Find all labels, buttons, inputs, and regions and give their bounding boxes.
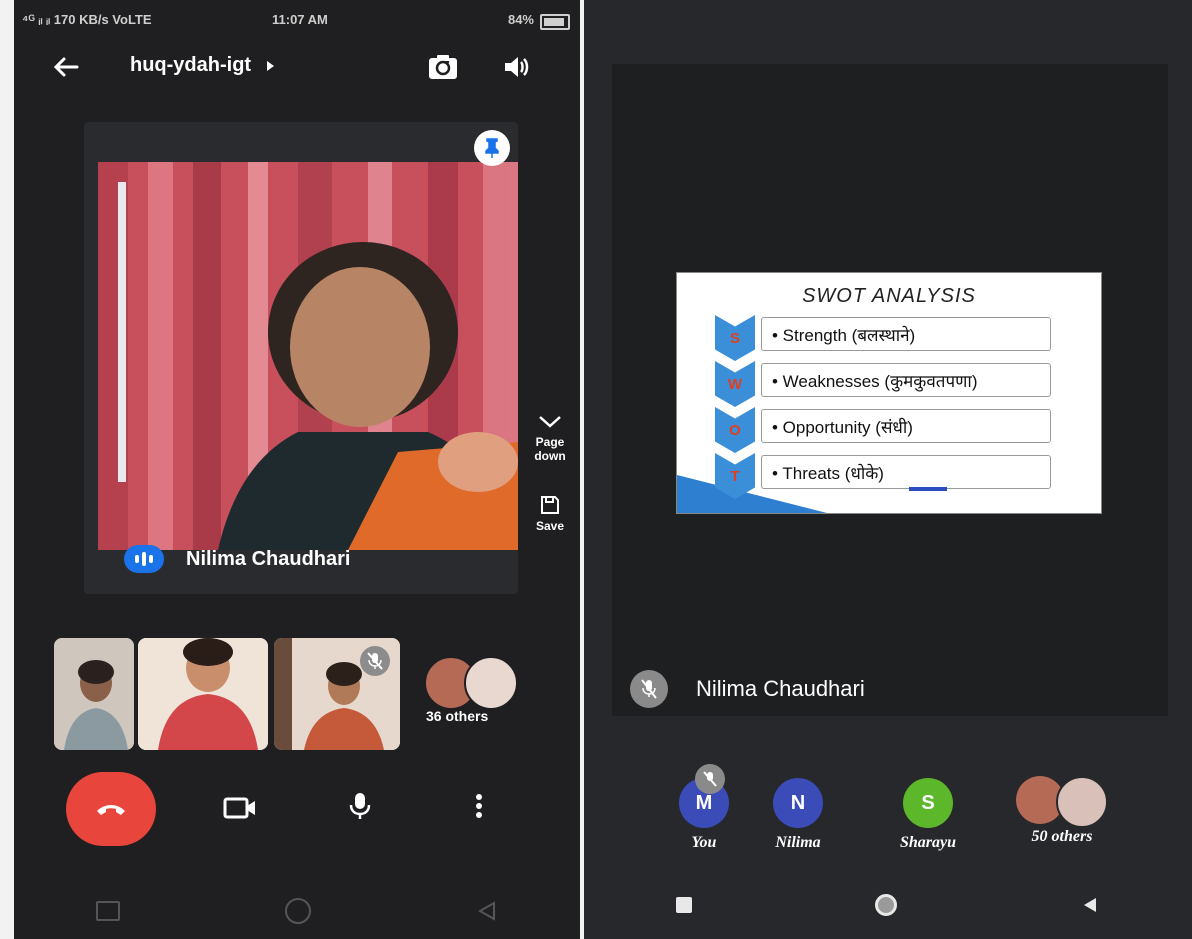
chevron-down-icon (539, 416, 561, 428)
hang-up-icon (97, 805, 125, 815)
network-status: ⁴ᴳ ᵢₗ ᵢₗ 170 KB/s VoLTE (22, 12, 152, 27)
page-down-label: Page down (534, 435, 566, 463)
save-button[interactable]: Save (522, 494, 578, 533)
android-nav-bar (584, 880, 1192, 930)
presentation-slide: SWOT ANALYSIS S W O T • Strength (बलस्था… (676, 272, 1102, 514)
mic-off-icon (630, 670, 668, 708)
participant-video (138, 638, 268, 750)
save-label: Save (535, 519, 565, 533)
swot-item: • Strength (बलस्थाने) (761, 317, 1051, 351)
meeting-top-bar: huq-ydah-igt (14, 50, 580, 90)
save-icon (541, 496, 559, 514)
swot-item: • Weaknesses (कुमकुवतपणा) (761, 363, 1051, 397)
avatar-initial: S (921, 791, 935, 814)
participant-avatar (464, 656, 518, 710)
others-count: 36 others (426, 708, 489, 724)
participant-sharayu[interactable]: S Sharayu (888, 778, 968, 852)
speaker-video (98, 162, 518, 550)
microphone-button[interactable] (340, 786, 380, 826)
more-vert-icon (476, 794, 482, 818)
presenter-name-bar: Nilima Chaudhari (630, 670, 865, 708)
back-nav-icon[interactable] (1080, 895, 1100, 915)
end-call-button[interactable] (66, 772, 156, 846)
presenter-name: Nilima Chaudhari (696, 676, 865, 701)
battery-percent: 84% (507, 12, 534, 27)
clock: 11:07 AM (272, 12, 328, 27)
avatar-initial: M (695, 791, 713, 814)
speaker-icon[interactable] (498, 50, 534, 84)
others-group[interactable]: 36 others (424, 656, 524, 736)
others-count: 50 others (1031, 828, 1093, 845)
swot-item: • Threats (धोके) (761, 455, 1051, 489)
avatar-initial: N (790, 791, 806, 814)
speaker-name: Nilima Chaudhari (186, 547, 351, 570)
home-icon[interactable] (284, 898, 311, 924)
speaking-indicator-icon (124, 545, 164, 573)
participant-nilima[interactable]: N Nilima (758, 778, 838, 852)
back-nav-icon[interactable] (476, 900, 498, 922)
avatar: S (903, 778, 953, 828)
participant-label: You (691, 834, 717, 851)
speaker-video-image (98, 162, 518, 550)
status-bar: ⁴ᴳ ᵢₗ ᵢₗ 170 KB/s VoLTE 11:07 AM 84% (22, 10, 570, 32)
participant-thumbnail[interactable] (54, 638, 134, 750)
call-controls (14, 772, 580, 852)
others-avatars (1010, 774, 1114, 828)
main-speaker-tile[interactable]: Nilima Chaudhari (84, 122, 518, 594)
switch-camera-icon[interactable] (424, 50, 462, 84)
meeting-details-button[interactable]: huq-ydah-igt (130, 54, 277, 77)
pin-icon (485, 138, 499, 158)
speaker-name-bar: Nilima Chaudhari (124, 544, 350, 574)
caret-right-icon (267, 60, 275, 71)
avatar: M (679, 764, 729, 828)
back-arrow-icon[interactable] (48, 52, 84, 82)
pin-button[interactable] (474, 130, 510, 166)
mic-off-icon (695, 764, 725, 794)
camera-toggle-button[interactable] (218, 790, 262, 826)
page-down-button[interactable]: Page down (522, 414, 578, 463)
swot-letter-s: S (715, 315, 755, 361)
recent-apps-icon[interactable] (675, 897, 692, 913)
participant-avatar (1056, 776, 1108, 828)
home-icon[interactable] (874, 894, 897, 916)
participant-you[interactable]: M You (664, 764, 744, 852)
meeting-code: huq-ydah-igt (130, 54, 252, 76)
mic-off-icon (360, 646, 390, 676)
right-phone-screen: SWOT ANALYSIS S W O T • Strength (बलस्था… (584, 0, 1192, 939)
more-options-button[interactable] (464, 786, 494, 826)
swot-letter-w: W (715, 361, 755, 407)
left-phone-screen: ⁴ᴳ ᵢₗ ᵢₗ 170 KB/s VoLTE 11:07 AM 84% huq… (14, 0, 580, 939)
slide-footer-mark (909, 487, 947, 491)
swot-item: • Opportunity (संधी) (761, 409, 1051, 443)
others-group[interactable]: 50 others (1010, 774, 1114, 846)
video-camera-icon (223, 797, 255, 819)
participant-label: Sharayu (899, 834, 957, 851)
swot-letter-o: O (715, 407, 755, 453)
microphone-icon (349, 793, 371, 819)
presentation-tile[interactable]: SWOT ANALYSIS S W O T • Strength (बलस्था… (612, 64, 1168, 716)
recent-apps-icon[interactable] (96, 901, 121, 921)
participant-video (54, 638, 134, 750)
battery-icon (540, 14, 570, 30)
avatar: N (773, 778, 823, 828)
slide-title: SWOT ANALYSIS (802, 285, 976, 307)
participant-thumbnail[interactable] (138, 638, 268, 750)
participant-thumbnail[interactable] (274, 638, 400, 750)
android-nav-bar (14, 886, 580, 936)
participant-label: Nilima (775, 834, 821, 851)
